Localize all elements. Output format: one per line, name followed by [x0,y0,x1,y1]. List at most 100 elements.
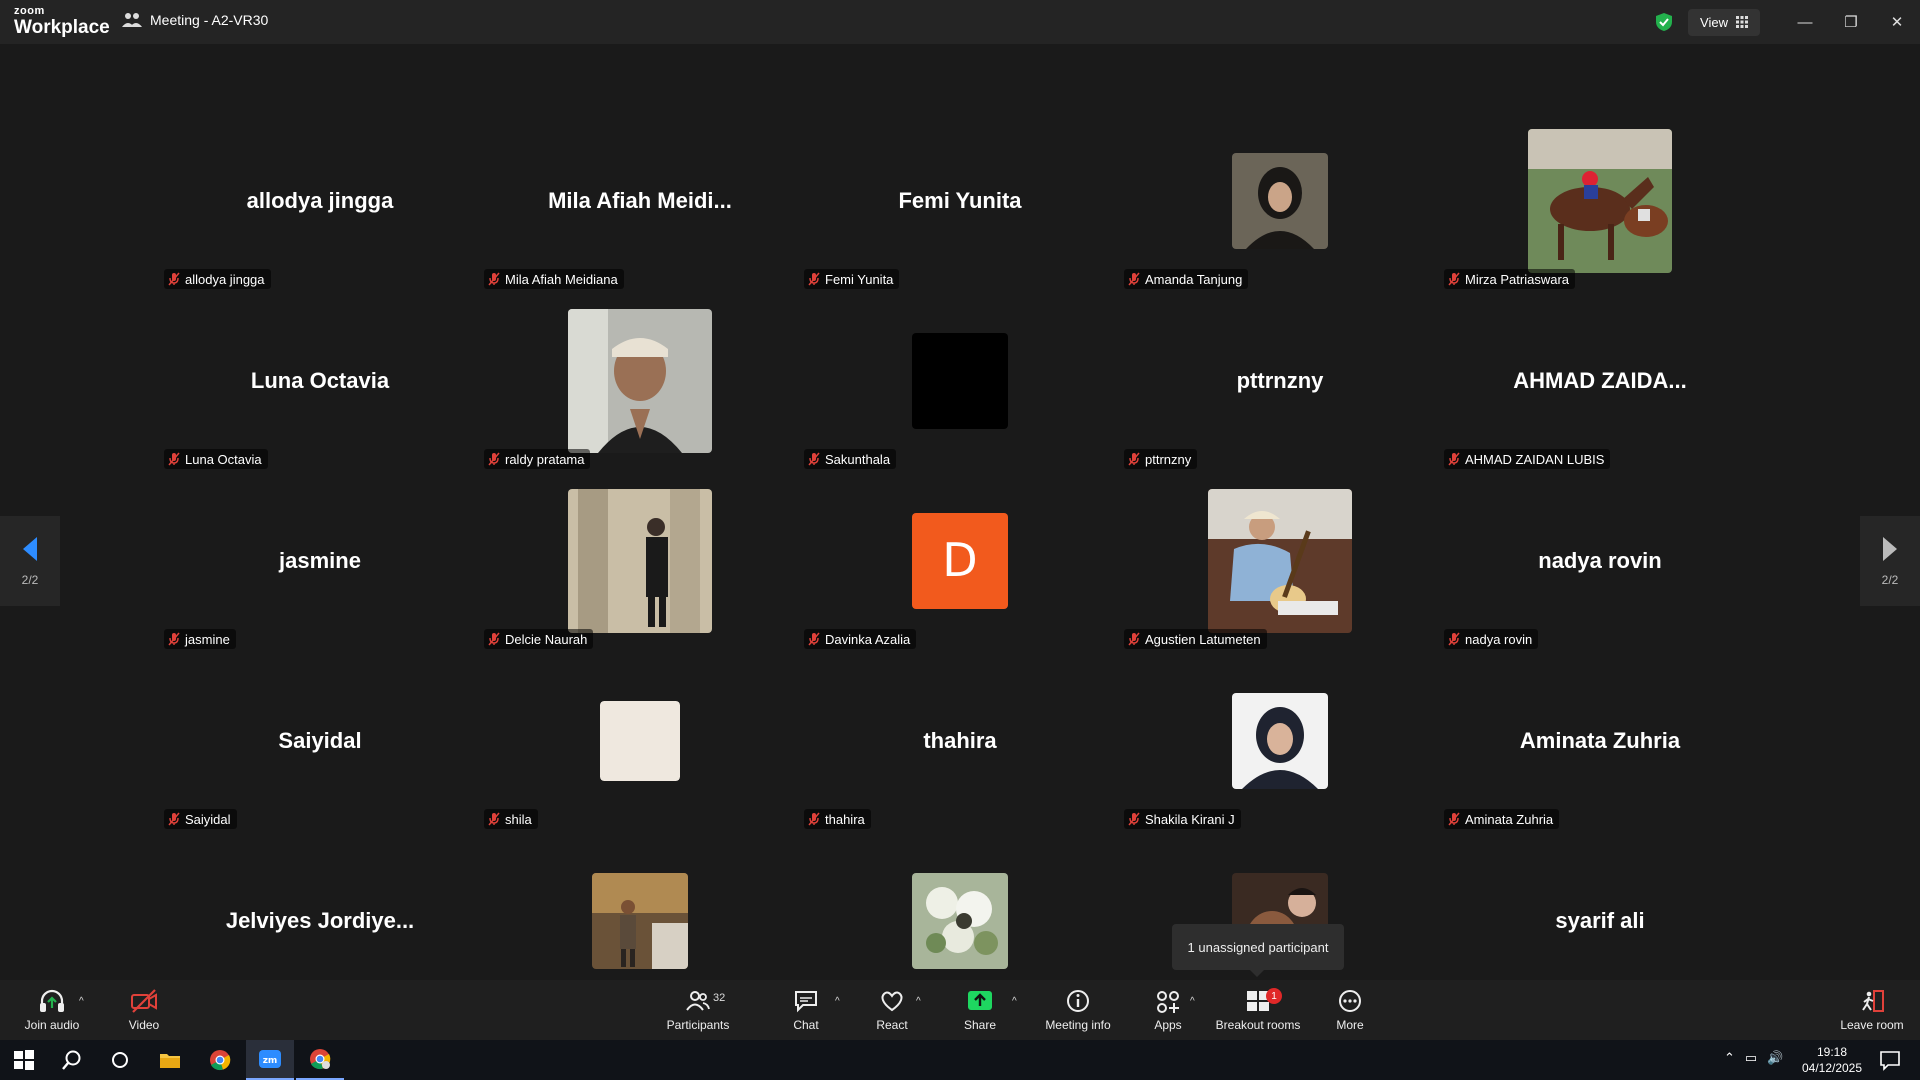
participant-tile[interactable]: Sakunthala [800,291,1120,471]
participant-video [568,489,712,633]
participant-name-label: Shakila Kirani J [1124,809,1241,829]
participant-tile[interactable]: thahira thahira [800,651,1120,831]
meeting-title-text: Meeting - A2-VR30 [150,12,269,28]
breakout-rooms-label: Breakout rooms [1215,1018,1301,1032]
participant-name: Saiyidal [185,811,231,827]
participant-name: Davinka Azalia [825,631,911,647]
minimize-icon[interactable]: — [1782,0,1828,44]
participant-tile[interactable]: allodya jingga allodya jingga [160,111,480,291]
windows-start-icon[interactable] [0,1040,48,1080]
participant-name-label: shila [484,809,538,829]
video-off-icon [131,989,157,1013]
participant-tile[interactable]: Aminata Zuhria Aminata Zuhria [1440,651,1760,831]
participant-tile[interactable]: D Davinka Azalia [800,471,1120,651]
volume-icon[interactable]: 🔊 [1767,1050,1783,1066]
taskbar-clock[interactable]: 19:18 04/12/2025 [1794,1044,1870,1076]
participants-button[interactable]: Participants [660,980,736,1040]
notifications-icon[interactable] [1866,1040,1914,1080]
participant-tile[interactable]: Agustien Latumeten [1120,471,1440,651]
previous-page-button[interactable]: 2/2 [0,516,60,606]
participant-name-label: jasmine [164,629,236,649]
participant-name: shila [505,811,532,827]
leave-room-button[interactable]: Leave room [1832,980,1912,1040]
react-button[interactable]: React [864,980,920,1040]
participant-tile[interactable]: Amanda Tanjung [1120,111,1440,291]
leave-room-icon [1862,990,1884,1012]
meeting-title: Meeting - A2-VR30 [122,12,268,28]
participant-video [600,701,680,781]
close-icon[interactable]: ✕ [1874,0,1920,44]
apps-label: Apps [1154,1018,1182,1032]
participant-tile[interactable]: pttrnzny pttrnzny [1120,291,1440,471]
participant-tile[interactable]: jasmine jasmine [160,471,480,651]
participant-tile[interactable]: nadya rovin nadya rovin [1440,471,1760,651]
participant-tile[interactable]: Luna Octavia Luna Octavia [160,291,480,471]
apps-options-caret-icon[interactable]: ^ [1190,996,1195,1007]
meeting-toolbar: Join audio ^ Video Participants 32 Chat … [0,980,1920,1040]
participants-label: Participants [666,1018,730,1032]
participant-tile[interactable]: Saiyidal Saiyidal [160,651,480,831]
audio-options-caret-icon[interactable]: ^ [79,996,84,1007]
share-button[interactable]: Share [952,980,1008,1040]
breakout-rooms-button[interactable]: Breakout rooms [1212,980,1304,1040]
participant-tile[interactable]: shila [480,651,800,831]
people-icon [122,13,142,27]
title-bar: zoom Workplace Meeting - A2-VR30 View — … [0,0,1920,44]
tray-chevron-icon[interactable]: ⌃ [1724,1050,1735,1066]
participant-video [912,873,1008,969]
react-label: React [876,1018,908,1032]
apps-icon [1157,991,1179,1013]
participant-video [912,333,1008,429]
more-button[interactable]: More [1322,980,1378,1040]
participant-tile[interactable]: Shakila Kirani J [1120,651,1440,831]
meeting-info-button[interactable]: Meeting info [1040,980,1116,1040]
chrome-profile-icon[interactable] [296,1040,344,1080]
chat-options-caret-icon[interactable]: ^ [835,996,840,1007]
mic-muted-icon [488,812,500,826]
mic-muted-icon [808,452,820,466]
info-icon [1067,990,1089,1012]
apps-button[interactable]: Apps [1142,980,1194,1040]
zoom-taskbar-icon[interactable]: zm [246,1040,294,1080]
more-label: More [1336,1018,1364,1032]
share-label: Share [963,1018,997,1032]
chat-button[interactable]: Chat [778,980,834,1040]
participant-name: Mirza Patriaswara [1465,271,1570,287]
video-button[interactable]: Video [114,980,174,1040]
participant-tile[interactable]: AHMAD ZAIDA... AHMAD ZAIDAN LUBIS [1440,291,1760,471]
file-explorer-icon[interactable] [146,1040,194,1080]
participant-tile[interactable]: Mila Afiah Meidi... Mila Afiah Meidiana [480,111,800,291]
react-options-caret-icon[interactable]: ^ [916,996,921,1007]
participant-tile[interactable]: Mirza Patriaswara [1440,111,1760,291]
chrome-icon[interactable] [196,1040,244,1080]
chat-label: Chat [793,1018,819,1032]
view-button[interactable]: View [1688,8,1760,36]
mic-muted-icon [1448,272,1460,286]
leave-room-label: Leave room [1840,1018,1904,1032]
participant-name: Agustien Latumeten [1145,631,1261,647]
mic-muted-icon [808,632,820,646]
video-gallery: 2/2 2/2 allodya jingga allodya jingga Mila… [0,44,1920,1009]
participant-tile[interactable]: Femi Yunita Femi Yunita [800,111,1120,291]
restore-icon[interactable]: ❐ [1828,0,1874,44]
video-label: Video [128,1018,160,1032]
participants-count: 32 [713,992,726,1004]
search-icon[interactable] [48,1040,96,1080]
join-audio-button[interactable]: Join audio [14,980,90,1040]
next-page-button[interactable]: 2/2 [1860,516,1920,606]
mic-muted-icon [1448,812,1460,826]
participant-tile[interactable]: raldy pratama [480,291,800,471]
share-options-caret-icon[interactable]: ^ [1012,996,1017,1007]
participant-tile[interactable]: Delcie Naurah [480,471,800,651]
view-label: View [1700,14,1728,30]
participant-display-name: allodya jingga [246,188,394,213]
participant-name: raldy pratama [505,451,585,467]
network-icon[interactable]: ▭ [1745,1050,1757,1066]
grid-icon [1736,16,1748,28]
participant-name: pttrnzny [1145,451,1192,467]
participant-name-label: Delcie Naurah [484,629,594,649]
cortana-icon[interactable] [96,1040,144,1080]
mic-muted-icon [168,812,180,826]
encryption-shield-icon[interactable] [1654,12,1674,32]
clock-date: 04/12/2025 [1801,1061,1863,1075]
